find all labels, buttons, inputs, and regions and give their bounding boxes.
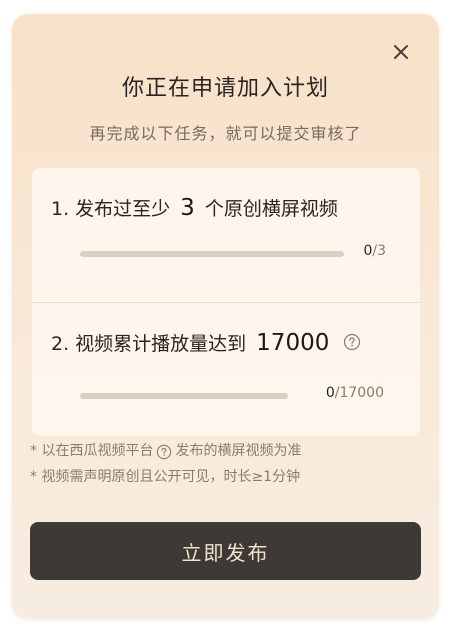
task-target-count: 17000 bbox=[256, 330, 330, 356]
task-suffix: 个原创横屏视频 bbox=[204, 198, 338, 220]
close-icon bbox=[394, 45, 408, 59]
task-target-count: 3 bbox=[180, 195, 195, 221]
publish-now-button[interactable]: 立即发布 bbox=[30, 522, 421, 580]
close-button[interactable] bbox=[387, 38, 415, 66]
note-requirements: * 视频需声明原创且公开可见，时长≥1分钟 bbox=[30, 469, 301, 485]
question-circle-icon[interactable] bbox=[156, 443, 172, 460]
task-prefix: 2. 视频累计播放量达到 bbox=[51, 333, 247, 355]
task-description: 2. 视频累计播放量达到 17000 bbox=[51, 329, 361, 356]
note-text: * 以在西瓜视频平台 bbox=[30, 443, 154, 459]
dialog-title: 你正在申请加入计划 bbox=[121, 76, 329, 101]
task-description: 1. 发布过至少 3 个原创横屏视频 bbox=[51, 194, 338, 221]
progress-total: /17000 bbox=[334, 385, 384, 401]
note-platform: * 以在西瓜视频平台 发布的横屏视频为准 bbox=[30, 438, 425, 464]
note-text: 发布的横屏视频为准 bbox=[175, 443, 302, 459]
progress-label: 0/17000 bbox=[326, 385, 384, 401]
progress-bar bbox=[80, 251, 344, 257]
progress-bar bbox=[80, 393, 288, 399]
dialog-subtitle: 再完成以下任务，就可以提交审核了 bbox=[89, 124, 362, 143]
notes: * 以在西瓜视频平台 发布的横屏视频为准 * 视频需声明原创且公开可见，时长≥1… bbox=[30, 438, 425, 490]
progress-label: 0/3 bbox=[363, 243, 386, 259]
join-plan-dialog: 你正在申请加入计划 再完成以下任务，就可以提交审核了 1. 发布过至少 3 个原… bbox=[12, 14, 439, 619]
question-circle-icon[interactable] bbox=[343, 333, 361, 351]
progress-total: /3 bbox=[372, 243, 386, 259]
progress-current: 0 bbox=[325, 385, 335, 401]
task-list: 1. 发布过至少 3 个原创横屏视频 0/3 2. 视频累计播放量达到 1700… bbox=[32, 168, 420, 436]
task-item-play-count: 2. 视频累计播放量达到 17000 0/17000 bbox=[32, 302, 420, 437]
task-prefix: 1. 发布过至少 bbox=[51, 198, 171, 220]
task-item-publish-videos: 1. 发布过至少 3 个原创横屏视频 0/3 bbox=[32, 168, 420, 302]
